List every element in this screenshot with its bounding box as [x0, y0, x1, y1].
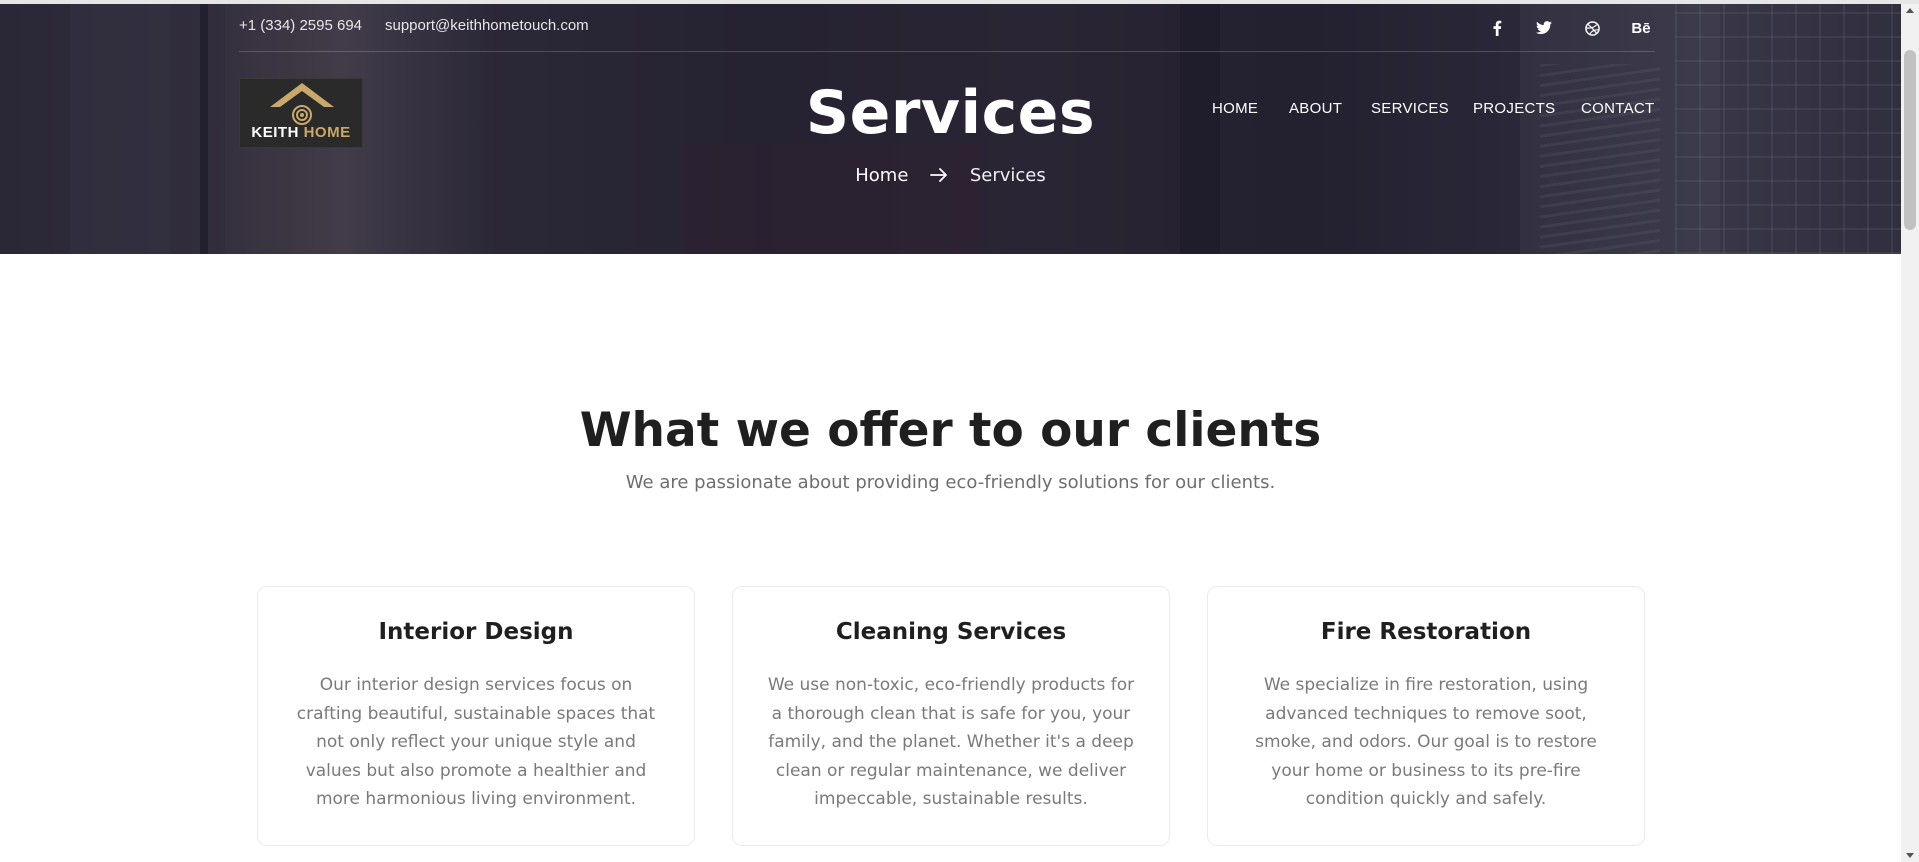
behance-icon[interactable]: Bē — [1627, 14, 1655, 42]
service-card-fire-restoration[interactable]: Fire Restoration We specialize in fire r… — [1207, 586, 1645, 846]
service-card-title: Cleaning Services — [835, 619, 1067, 645]
service-card-title: Fire Restoration — [1320, 619, 1532, 645]
top-contact-bar: +1 (334) 2595 694 support@keithhometouch… — [239, 4, 1655, 52]
email-address[interactable]: support@keithhometouch.com — [385, 17, 589, 34]
page-scrollbar[interactable] — [1901, 4, 1919, 862]
nav-projects[interactable]: PROJECTS — [1473, 100, 1555, 117]
dribbble-icon[interactable] — [1578, 14, 1606, 42]
nav-services[interactable]: SERVICES — [1371, 100, 1449, 117]
scroll-up-arrow-icon[interactable] — [1906, 8, 1914, 13]
service-card-interior-design[interactable]: Interior Design Our interior design serv… — [257, 586, 695, 846]
arrow-right-icon — [930, 166, 948, 187]
service-card-cleaning-services[interactable]: Cleaning Services We use non-toxic, eco-… — [732, 586, 1170, 846]
nav-about[interactable]: ABOUT — [1289, 100, 1342, 117]
service-card-text: We use non-toxic, eco-friendly products … — [767, 675, 1135, 809]
breadcrumb-current: Services — [969, 165, 1046, 186]
twitter-icon[interactable] — [1530, 14, 1558, 42]
offer-heading: What we offer to our clients — [579, 403, 1322, 458]
scrollbar-thumb[interactable] — [1904, 50, 1916, 230]
scroll-down-arrow-icon[interactable] — [1906, 853, 1914, 858]
facebook-icon[interactable] — [1483, 14, 1511, 42]
nav-contact[interactable]: CONTACT — [1581, 100, 1654, 117]
offer-subheading: We are passionate about providing eco-fr… — [625, 472, 1276, 493]
service-card-text: Our interior design services focus on cr… — [296, 675, 656, 809]
nav-home[interactable]: HOME — [1212, 100, 1258, 117]
service-card-title: Interior Design — [378, 619, 574, 645]
breadcrumb: Home Services — [0, 165, 1901, 187]
service-card-text: We specialize in fire restoration, using… — [1255, 675, 1597, 809]
breadcrumb-home-link[interactable]: Home — [855, 165, 908, 186]
phone-number[interactable]: +1 (334) 2595 694 — [239, 17, 362, 34]
